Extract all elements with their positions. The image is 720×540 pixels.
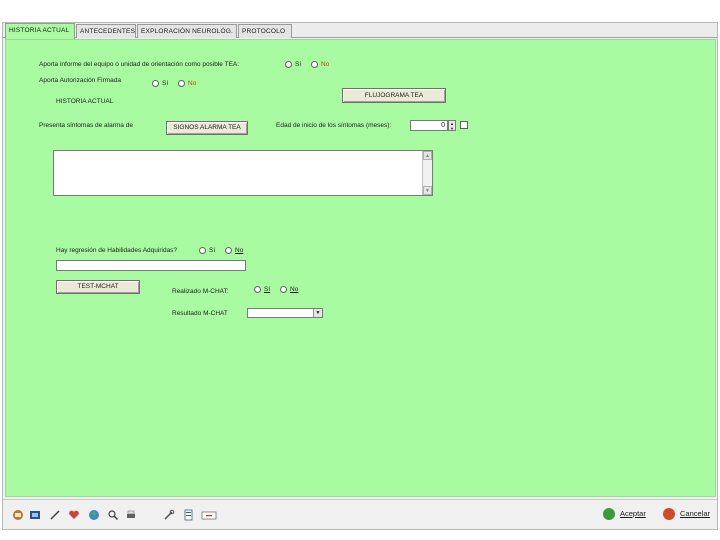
autorizacion-si-label: Sí: [162, 80, 169, 87]
edad-inicio-label: Edad de inicio de los síntomas (meses):: [276, 122, 392, 129]
scroll-down-icon[interactable]: ▼: [423, 186, 432, 195]
test-mchat-button[interactable]: TEST-MCHAT: [56, 280, 140, 294]
cancel-button[interactable]: Cancelar: [680, 509, 710, 518]
edad-inicio-spinner[interactable]: 0 ▲ ▼: [410, 120, 456, 131]
realizado-si-radio[interactable]: [254, 286, 261, 293]
cancel-icon[interactable]: [663, 508, 675, 520]
accept-button[interactable]: Aceptar: [620, 509, 646, 518]
tab-bar: HISTORIA ACTUAL ANTECEDENTES EXPLORACIÓN…: [3, 23, 717, 39]
regresion-question-label: Hay regresión de Habilidades Adquiridas?: [56, 247, 178, 254]
heart-icon[interactable]: [68, 509, 80, 521]
tab-protocolo[interactable]: PROTOCOLO: [238, 24, 292, 38]
regresion-si-label: Sí: [209, 247, 216, 254]
regresion-si-radio[interactable]: [199, 247, 206, 254]
regresion-no-label: No: [235, 247, 244, 254]
realizado-si-label: Sí: [264, 286, 271, 293]
autorizacion-no-label: No: [188, 80, 197, 87]
resultado-mchat-label: Resultado M-CHAT: [172, 310, 228, 317]
search-icon[interactable]: [107, 509, 119, 521]
document-icon[interactable]: [182, 509, 194, 521]
resultado-mchat-select[interactable]: ▼: [247, 308, 323, 318]
historia-textarea[interactable]: ▲ ▼: [53, 150, 433, 196]
informe-question-label: Aporta informe del equipo o unidad de or…: [39, 61, 240, 68]
minus-icon[interactable]: [201, 509, 217, 521]
autorizacion-question-label: Aporta Autorización Firmada: [39, 77, 122, 84]
tab-exploracion-neurologica[interactable]: EXPLORACIÓN NEUROLÓG.: [137, 24, 237, 38]
realizado-no-label: No: [290, 286, 299, 293]
regresion-no-radio[interactable]: [225, 247, 232, 254]
flujograma-tea-button[interactable]: FLUJOGRAMA TEA: [342, 88, 446, 103]
spinner-arrows[interactable]: ▲ ▼: [448, 120, 456, 131]
tab-antecedentes[interactable]: ANTECEDENTES: [76, 24, 136, 38]
informe-no-label: No: [321, 61, 330, 68]
bottom-toolbar: Aceptar Cancelar: [3, 499, 717, 529]
informe-si-label: Sí: [295, 61, 302, 68]
historia-actual-panel: Aporta informe del equipo o unidad de or…: [5, 39, 716, 497]
edit-icon[interactable]: [49, 509, 61, 521]
accept-icon[interactable]: [603, 508, 615, 520]
chevron-down-icon[interactable]: ▼: [313, 309, 322, 317]
informe-si-radio[interactable]: [285, 61, 292, 68]
tab-historia-actual[interactable]: HISTORIA ACTUAL: [5, 23, 75, 39]
signos-alarma-label: Presenta síntomas de alarma de: [39, 122, 133, 129]
historia-actual-section-title: HISTORIA ACTUAL: [56, 98, 114, 105]
informe-no-radio[interactable]: [311, 61, 318, 68]
print-icon[interactable]: [125, 509, 137, 521]
form-window: HISTORIA ACTUAL ANTECEDENTES EXPLORACIÓN…: [2, 22, 718, 530]
scroll-up-icon[interactable]: ▲: [423, 151, 432, 160]
autorizacion-si-radio[interactable]: [152, 80, 159, 87]
save-icon[interactable]: [12, 509, 24, 521]
preview-icon[interactable]: [29, 509, 41, 521]
regresion-input[interactable]: [56, 260, 246, 271]
globe-icon[interactable]: [88, 509, 100, 521]
edad-inicio-checkbox[interactable]: [460, 121, 468, 129]
edad-inicio-value: 0: [441, 122, 445, 129]
signos-alarma-tea-button[interactable]: SIGNOS ALARMA TEA: [166, 121, 248, 135]
autorizacion-no-radio[interactable]: [178, 80, 185, 87]
realizado-no-radio[interactable]: [280, 286, 287, 293]
tools-icon[interactable]: [163, 509, 175, 521]
textarea-scrollbar[interactable]: ▲ ▼: [422, 151, 432, 195]
spinner-down-icon[interactable]: ▼: [449, 126, 455, 131]
realizado-mchat-label: Realizado M-CHAT:: [172, 288, 229, 295]
